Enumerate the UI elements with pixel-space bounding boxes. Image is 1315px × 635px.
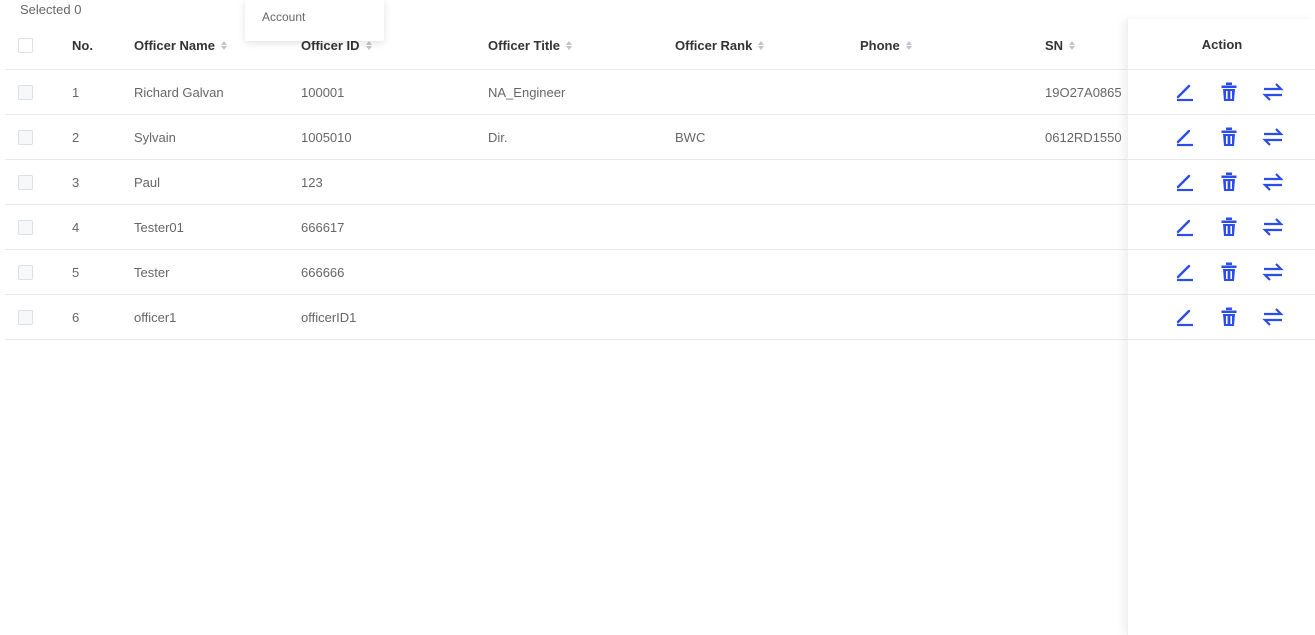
action-row — [1128, 250, 1315, 295]
delete-icon[interactable] — [1217, 305, 1241, 329]
edit-icon[interactable] — [1173, 305, 1197, 329]
sort-icon[interactable] — [566, 40, 573, 50]
transfer-icon[interactable] — [1261, 125, 1285, 149]
edit-icon[interactable] — [1173, 170, 1197, 194]
cell-officer-name: Richard Galvan — [134, 84, 224, 100]
column-header-phone[interactable]: Phone — [860, 21, 912, 69]
action-row — [1128, 115, 1315, 160]
transfer-icon[interactable] — [1261, 260, 1285, 284]
cell-officer-name: Sylvain — [134, 129, 176, 145]
transfer-icon[interactable] — [1261, 80, 1285, 104]
cell-no: 4 — [72, 219, 80, 235]
edit-icon[interactable] — [1173, 215, 1197, 239]
cell-officer-id: 666617 — [301, 219, 345, 235]
cell-officer-name: Paul — [134, 174, 161, 190]
delete-icon[interactable] — [1217, 170, 1241, 194]
column-header-officer-title[interactable]: Officer Title — [488, 21, 573, 69]
delete-icon[interactable] — [1217, 260, 1241, 284]
cell-officer-id: 100001 — [301, 84, 345, 100]
row-checkbox-cell[interactable] — [18, 160, 38, 204]
dropdown-menu: Account — [245, 0, 384, 41]
delete-icon[interactable] — [1217, 80, 1241, 104]
cell-officer-name: Tester — [134, 264, 170, 280]
column-header-officer-rank[interactable]: Officer Rank — [675, 21, 765, 69]
transfer-icon[interactable] — [1261, 215, 1285, 239]
row-checkbox-cell[interactable] — [18, 205, 38, 249]
row-checkbox[interactable] — [18, 84, 33, 100]
cell-officer-rank: BWC — [675, 129, 706, 145]
column-header-sn[interactable]: SN — [1045, 21, 1076, 69]
table-header: No. Officer Name Officer ID Officer Titl… — [5, 21, 1315, 70]
action-row — [1128, 70, 1315, 115]
row-checkbox[interactable] — [18, 219, 33, 235]
sort-icon[interactable] — [905, 40, 912, 50]
action-row — [1128, 160, 1315, 205]
cell-no: 2 — [72, 129, 80, 145]
edit-icon[interactable] — [1173, 80, 1197, 104]
cell-no: 3 — [72, 174, 80, 190]
table-row[interactable]: 1 Richard Galvan 100001 NA_Engineer 19O2… — [5, 70, 1315, 115]
sort-icon[interactable] — [365, 40, 372, 50]
column-header-no: No. — [72, 37, 93, 53]
column-header-action: Action — [1128, 19, 1315, 70]
cell-officer-name: officer1 — [134, 309, 177, 325]
delete-icon[interactable] — [1217, 215, 1241, 239]
cell-officer-id: officerID1 — [301, 309, 357, 325]
select-all-checkbox-cell[interactable] — [18, 21, 38, 69]
sort-icon[interactable] — [758, 40, 765, 50]
row-checkbox-cell[interactable] — [18, 115, 38, 159]
cell-no: 1 — [72, 84, 80, 100]
cell-officer-id: 1005010 — [301, 129, 352, 145]
row-checkbox[interactable] — [18, 129, 33, 145]
row-checkbox[interactable] — [18, 174, 33, 190]
cell-no: 5 — [72, 264, 80, 280]
selected-count: Selected 0 — [20, 2, 82, 17]
cell-officer-title: Dir. — [488, 129, 508, 145]
officer-table: No. Officer Name Officer ID Officer Titl… — [5, 21, 1315, 635]
table-row[interactable]: 4 Tester01 666617 — [5, 205, 1315, 250]
table-row[interactable]: 6 officer1 officerID1 — [5, 295, 1315, 340]
table-row[interactable]: 5 Tester 666666 — [5, 250, 1315, 295]
delete-icon[interactable] — [1217, 125, 1241, 149]
menu-item-account[interactable]: Account — [262, 10, 305, 24]
cell-sn: 0612RD1550 — [1045, 129, 1122, 145]
table-row[interactable]: 3 Paul 123 — [5, 160, 1315, 205]
action-row — [1128, 205, 1315, 250]
cell-officer-id: 123 — [301, 174, 323, 190]
table-row[interactable]: 2 Sylvain 1005010 Dir. BWC 0612RD1550 — [5, 115, 1315, 160]
action-row — [1128, 295, 1315, 340]
cell-officer-id: 666666 — [301, 264, 345, 280]
edit-icon[interactable] — [1173, 260, 1197, 284]
edit-icon[interactable] — [1173, 125, 1197, 149]
transfer-icon[interactable] — [1261, 305, 1285, 329]
column-header-officer-name[interactable]: Officer Name — [134, 21, 227, 69]
cell-officer-name: Tester01 — [134, 219, 184, 235]
row-checkbox-cell[interactable] — [18, 250, 38, 294]
transfer-icon[interactable] — [1261, 170, 1285, 194]
action-column: Action — [1127, 19, 1315, 635]
row-checkbox[interactable] — [18, 309, 33, 325]
cell-sn: 19O27A0865 — [1045, 84, 1122, 100]
row-checkbox[interactable] — [18, 264, 33, 280]
sort-icon[interactable] — [1069, 40, 1076, 50]
select-all-checkbox[interactable] — [18, 37, 33, 53]
cell-officer-title: NA_Engineer — [488, 84, 566, 100]
cell-no: 6 — [72, 309, 80, 325]
sort-icon[interactable] — [220, 40, 227, 50]
row-checkbox-cell[interactable] — [18, 295, 38, 339]
row-checkbox-cell[interactable] — [18, 70, 38, 114]
